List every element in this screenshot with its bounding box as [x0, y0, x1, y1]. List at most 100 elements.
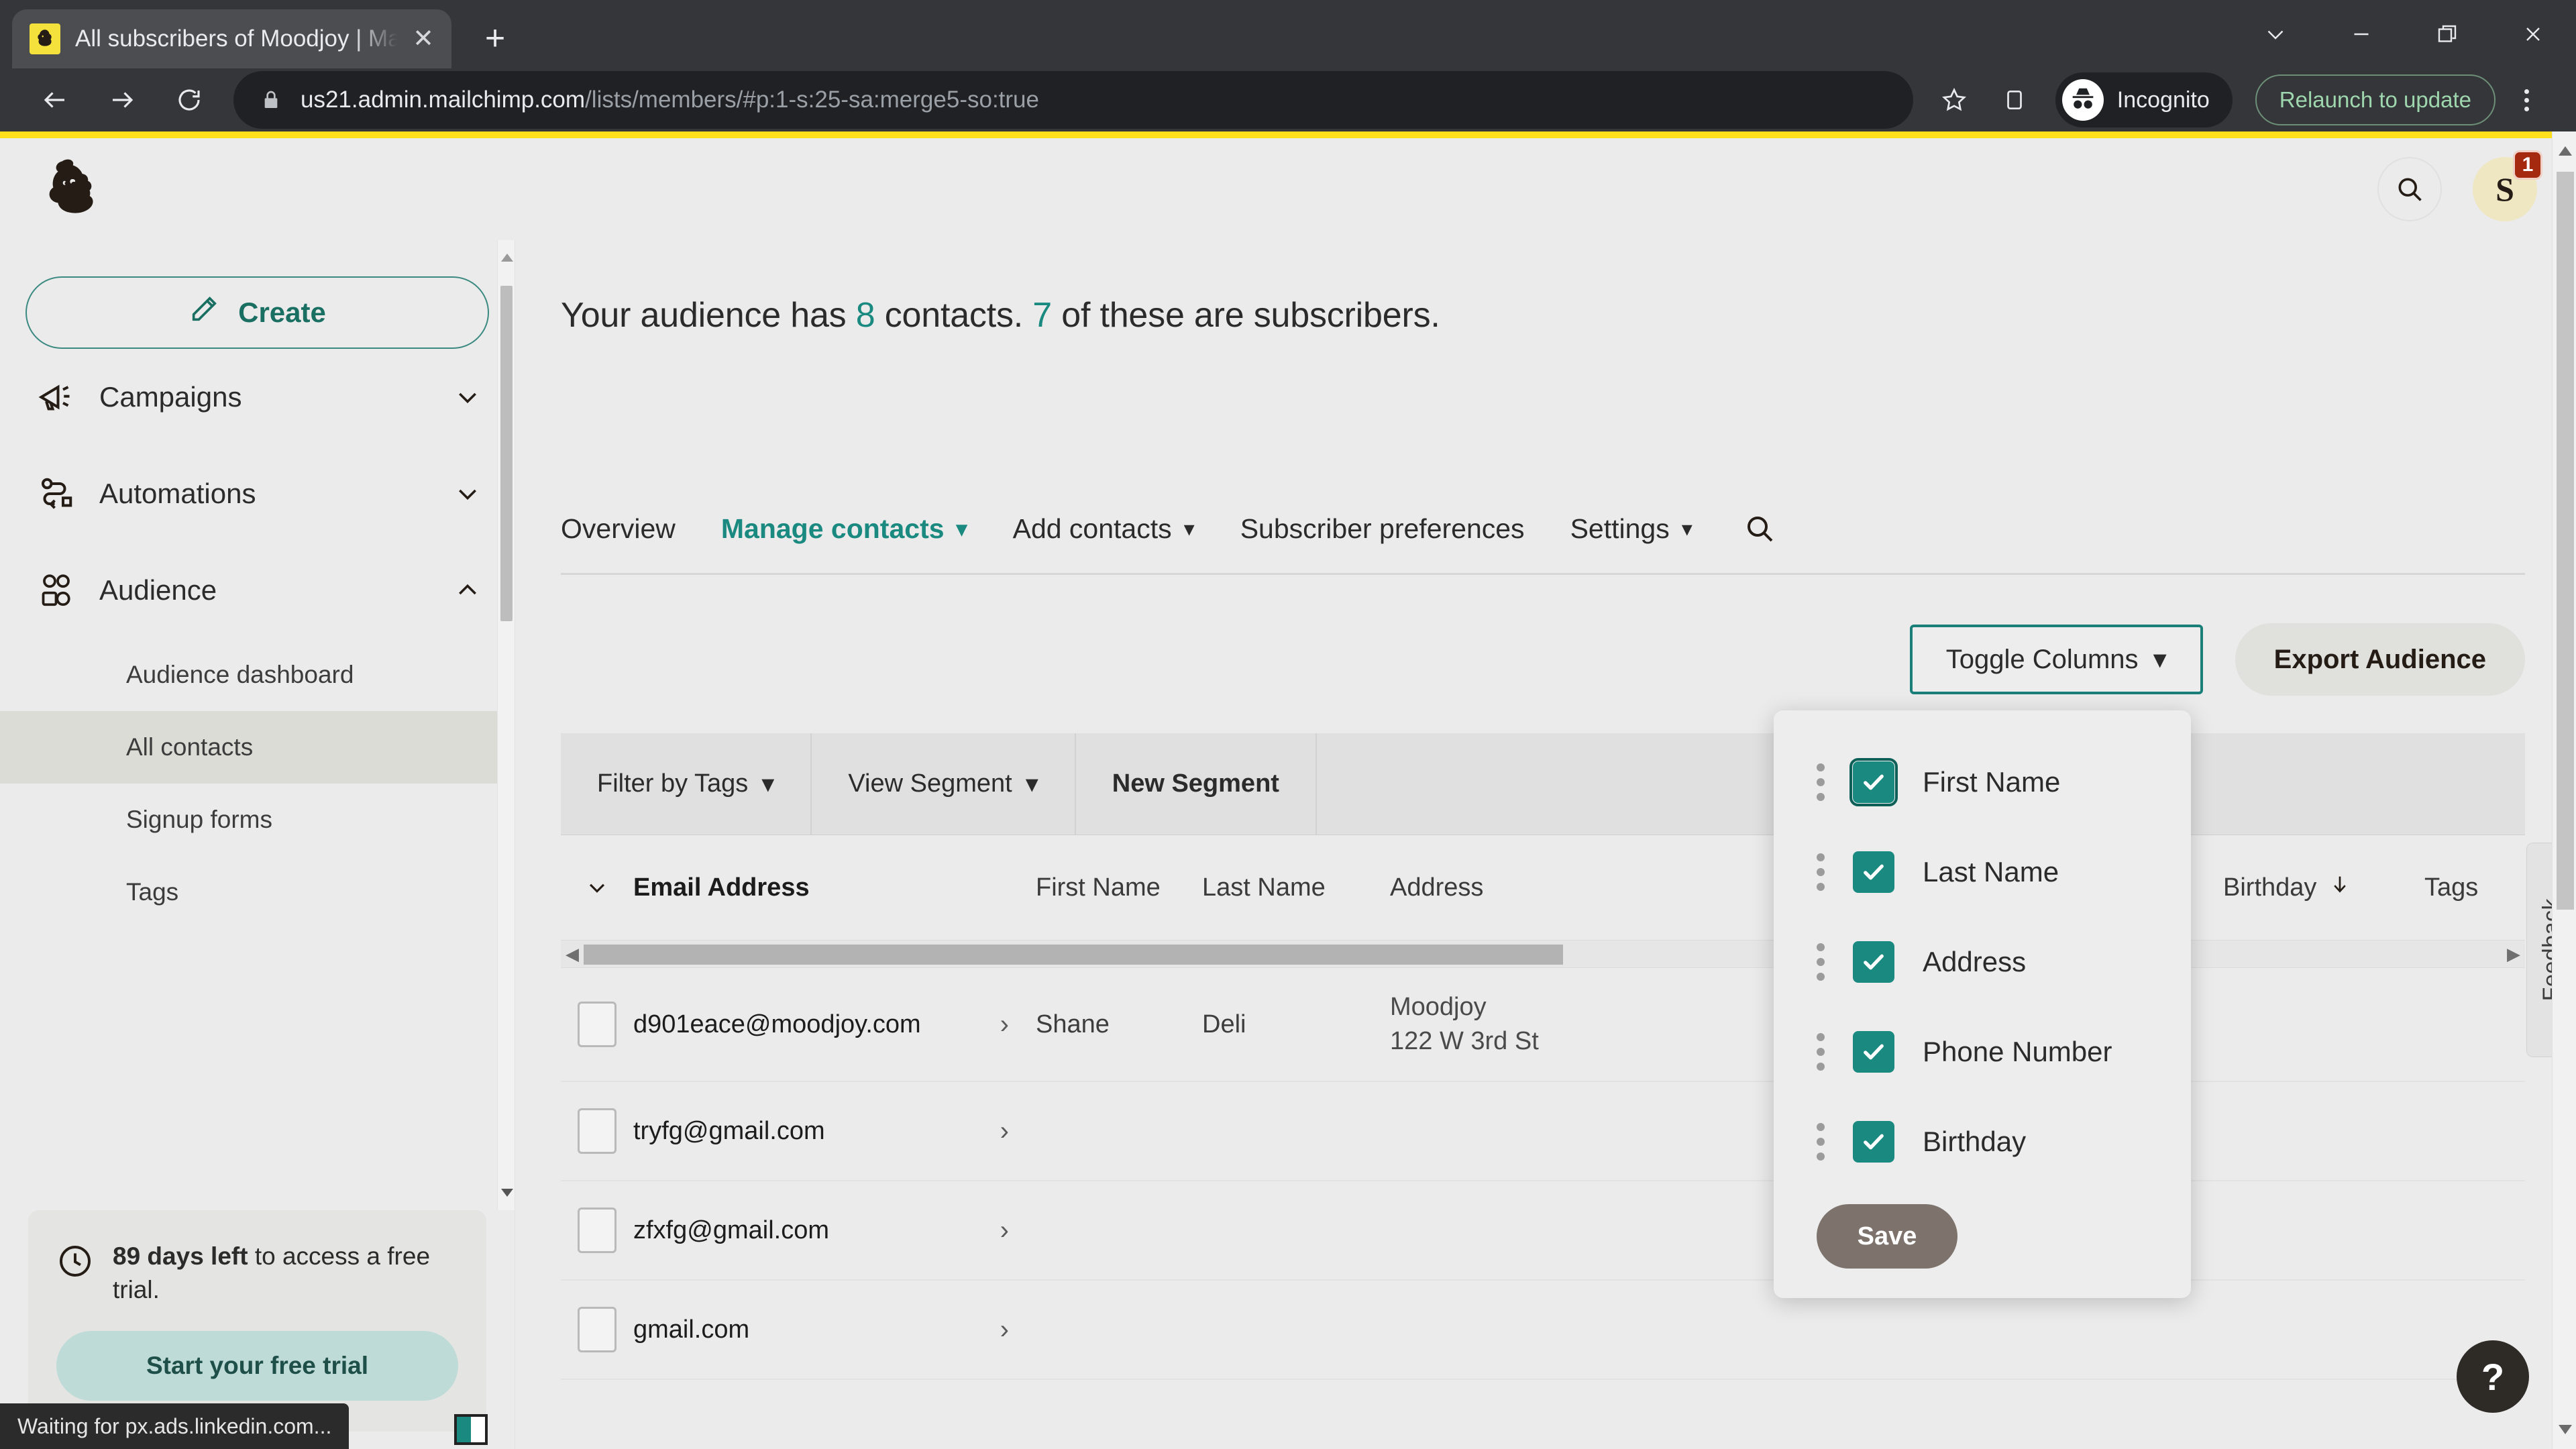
table-row[interactable]: gmail.com › [561, 1281, 2525, 1380]
checkbox-first-name[interactable] [1849, 758, 1898, 806]
tab-subscriber-preferences[interactable]: Subscriber preferences [1240, 513, 1525, 545]
restore-icon[interactable] [2404, 0, 2490, 68]
column-header-birthday-label: Birthday [2223, 873, 2317, 902]
tab-add-contacts[interactable]: Add contacts ▾ [1013, 513, 1195, 545]
scroll-down-icon[interactable] [501, 1189, 513, 1197]
page-scrollbar-thumb[interactable] [2557, 172, 2574, 910]
tab-manage-contacts[interactable]: Manage contacts ▾ [721, 513, 967, 545]
column-header-last-name[interactable]: Last Name [1202, 873, 1390, 902]
filter-label: New Segment [1112, 769, 1279, 798]
filter-by-tags-button[interactable]: Filter by Tags ▾ [561, 733, 812, 835]
column-header-address[interactable]: Address [1390, 873, 1712, 902]
chevron-up-icon[interactable] [454, 577, 481, 604]
sidebar-scrollbar[interactable] [497, 240, 515, 1211]
help-button[interactable]: ? [2457, 1340, 2529, 1413]
incognito-indicator[interactable]: Incognito [2055, 72, 2233, 127]
checkbox-last-name[interactable] [1853, 851, 1894, 893]
column-header-email[interactable]: Email Address [633, 873, 1036, 902]
drag-handle-icon[interactable] [1817, 853, 1825, 891]
scroll-up-icon[interactable] [2559, 146, 2572, 156]
sidebar-scrollbar-thumb[interactable] [500, 286, 513, 621]
column-header-first-name[interactable]: First Name [1036, 873, 1202, 902]
sidebar-item-all-contacts[interactable]: All contacts [0, 711, 515, 784]
column-option-label: First Name [1923, 766, 2061, 798]
sidebar-item-signup-forms[interactable]: Signup forms [0, 784, 515, 856]
column-header-birthday[interactable]: Birthday [2223, 873, 2424, 902]
toggle-columns-button[interactable]: Toggle Columns ▾ [1909, 625, 2203, 694]
search-icon[interactable] [2377, 157, 2442, 221]
incognito-icon [2061, 79, 2104, 121]
drag-handle-icon[interactable] [1817, 943, 1825, 981]
chevron-right-icon[interactable]: › [1000, 1010, 1009, 1040]
page-scrollbar[interactable] [2552, 131, 2576, 1449]
checkbox-phone-number[interactable] [1853, 1031, 1894, 1073]
table-row[interactable]: tryfg@gmail.com › [561, 1082, 2525, 1181]
address-bar[interactable]: us21.admin.mailchimp.com/lists/members/#… [233, 71, 1913, 129]
side-panel-icon[interactable] [1988, 71, 2041, 129]
table-row[interactable]: d901eace@moodjoy.com › Shane Deli Moodjo… [561, 968, 2525, 1082]
chevron-right-icon[interactable]: ▶ [2502, 944, 2525, 965]
column-option-last-name[interactable]: Last Name [1774, 827, 2191, 917]
chevron-down-icon[interactable] [454, 480, 481, 507]
scroll-down-icon[interactable] [2559, 1425, 2572, 1434]
chevron-left-icon[interactable]: ◀ [561, 944, 584, 965]
row-checkbox[interactable] [561, 1002, 633, 1047]
row-checkbox[interactable] [561, 1108, 633, 1154]
star-icon[interactable] [1925, 71, 1983, 129]
row-email-cell[interactable]: gmail.com › [633, 1315, 1036, 1345]
table-horizontal-scrollbar[interactable]: ◀ ▶ [561, 940, 2525, 968]
chevron-down-icon[interactable] [454, 384, 481, 411]
mailchimp-logo[interactable] [39, 154, 109, 224]
arrow-left-icon[interactable] [24, 69, 86, 131]
start-free-trial-button[interactable]: Start your free trial [56, 1331, 458, 1401]
kebab-menu-icon[interactable] [2501, 71, 2552, 129]
table-hscroll-thumb[interactable] [584, 945, 1563, 965]
drag-handle-icon[interactable] [1817, 1123, 1825, 1161]
sidebar-item-audience-dashboard[interactable]: Audience dashboard [0, 639, 515, 711]
sidebar-item-automations[interactable]: Automations [0, 445, 515, 542]
drag-handle-icon[interactable] [1817, 763, 1825, 801]
tab-settings[interactable]: Settings ▾ [1570, 513, 1693, 545]
row-email-cell[interactable]: tryfg@gmail.com › [633, 1116, 1036, 1146]
column-option-address[interactable]: Address [1774, 917, 2191, 1007]
chevron-right-icon[interactable]: › [1000, 1116, 1009, 1146]
table-row[interactable]: zfxfg@gmail.com › [561, 1181, 2525, 1281]
minimize-icon[interactable] [2318, 0, 2404, 68]
relaunch-to-update-button[interactable]: Relaunch to update [2255, 74, 2496, 125]
reload-icon[interactable] [158, 69, 220, 131]
sidebar-item-tags[interactable]: Tags [0, 856, 515, 928]
sidebar-item-audience[interactable]: Audience [0, 542, 515, 639]
avatar[interactable]: S 1 [2473, 150, 2542, 221]
row-email-cell[interactable]: d901eace@moodjoy.com › [633, 1010, 1036, 1040]
panel-toggle-icon[interactable] [454, 1414, 488, 1445]
checkbox-birthday[interactable] [1853, 1121, 1894, 1163]
select-all-dropdown[interactable] [561, 876, 633, 899]
close-icon[interactable]: ✕ [413, 26, 434, 52]
close-icon[interactable] [2490, 0, 2576, 68]
drag-handle-icon[interactable] [1817, 1033, 1825, 1071]
checkbox-address[interactable] [1853, 941, 1894, 983]
column-option-birthday[interactable]: Birthday [1774, 1097, 2191, 1187]
view-segment-button[interactable]: View Segment ▾ [812, 733, 1076, 835]
new-segment-button[interactable]: New Segment [1076, 733, 1317, 835]
row-checkbox[interactable] [561, 1208, 633, 1253]
search-icon[interactable] [1743, 513, 1776, 545]
chevron-right-icon[interactable]: › [1000, 1216, 1009, 1246]
plus-icon[interactable]: + [468, 11, 523, 66]
column-option-phone-number[interactable]: Phone Number [1774, 1007, 2191, 1097]
tab-overview[interactable]: Overview [561, 513, 676, 545]
column-option-first-name[interactable]: First Name [1774, 737, 2191, 827]
save-button[interactable]: Save [1817, 1204, 1957, 1269]
row-email-cell[interactable]: zfxfg@gmail.com › [633, 1216, 1036, 1246]
sidebar-item-campaigns[interactable]: Campaigns [0, 349, 515, 445]
create-button[interactable]: Create [25, 276, 489, 349]
chevron-down-icon[interactable] [2233, 0, 2318, 68]
export-audience-button[interactable]: Export Audience [2235, 623, 2525, 696]
row-email: tryfg@gmail.com [633, 1116, 825, 1145]
scroll-up-icon[interactable] [501, 254, 513, 262]
column-header-tags[interactable]: Tags [2424, 873, 2525, 902]
arrow-right-icon[interactable] [91, 69, 153, 131]
browser-tab[interactable]: All subscribers of Moodjoy | Mai ✕ [12, 9, 451, 68]
row-checkbox[interactable] [561, 1307, 633, 1352]
chevron-right-icon[interactable]: › [1000, 1315, 1009, 1345]
